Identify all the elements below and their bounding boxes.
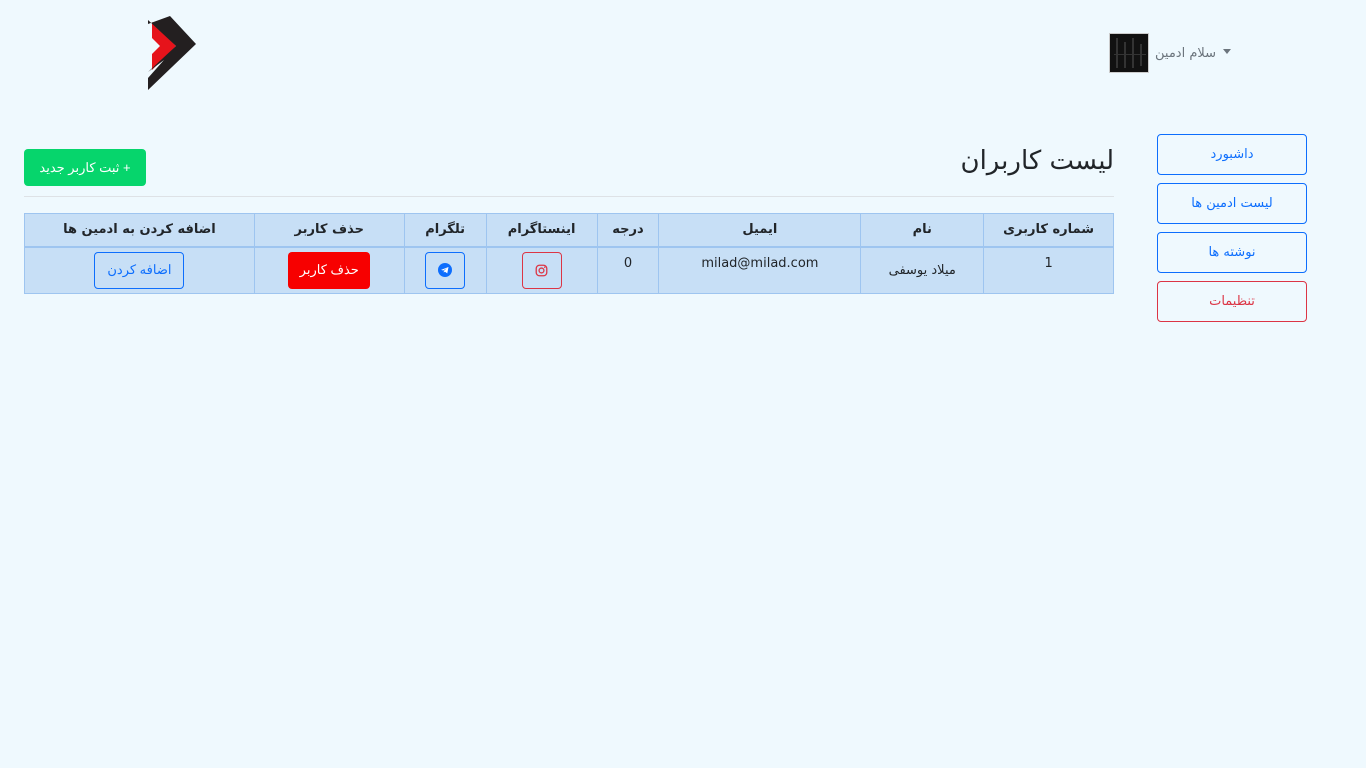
user-menu[interactable]: سلام ادمین [1109,32,1232,74]
sidebar-item-posts[interactable]: نوشته ها [1157,232,1307,273]
cell-instagram [485,246,598,294]
divider [24,196,1114,197]
add-user-button[interactable]: + ثبت کاربر جدید [24,149,146,186]
sidebar-item-admin-list[interactable]: لیست ادمین ها [1157,183,1307,224]
cell-email: milad@milad.com [658,246,862,294]
column-header-rank: درجه [596,213,660,248]
cell-delete: حذف کاربر [253,246,405,294]
chevron-down-icon [1223,49,1232,54]
cell-telegram [403,246,487,294]
cell-user-id: 1 [983,246,1114,294]
column-header-delete: حذف کاربر [253,213,405,248]
column-header-email: ایمیل [658,213,862,248]
cell-rank: 0 [596,246,660,294]
delete-user-button[interactable]: حذف کاربر [288,251,371,289]
column-header-instagram: اینستاگرام [485,213,598,248]
users-table: شماره کاربری نام ایمیل درجه اینستاگرام ت… [24,213,1114,294]
cell-add-admin: اضافه کردن [24,246,255,294]
add-to-admins-button[interactable]: اضافه کردن [94,251,185,289]
instagram-icon [535,264,548,277]
avatar [1109,33,1149,73]
sidebar-item-settings[interactable]: تنظیمات [1157,281,1307,322]
users-table-container: شماره کاربری نام ایمیل درجه اینستاگرام ت… [24,213,1114,294]
table-row: 1 میلاد یوسفی milad@milad.com 0 حذف کارب… [24,246,1114,294]
user-greeting: سلام ادمین [1155,45,1217,61]
cell-name: میلاد یوسفی [860,246,985,294]
column-header-user-id: شماره کاربری [983,213,1114,248]
telegram-icon [438,263,453,278]
instagram-button[interactable] [521,251,562,289]
column-header-telegram: تلگرام [403,213,487,248]
page-title: لیست کاربران [960,146,1114,176]
column-header-name: نام [860,213,985,248]
sidebar-item-dashboard[interactable]: داشبورد [1157,134,1307,175]
column-header-add-admin: اضافه کردن به ادمین ها [24,213,255,248]
sidebar: داشبورد لیست ادمین ها نوشته ها تنظیمات [1157,134,1307,330]
logo [148,16,196,90]
telegram-button[interactable] [425,251,466,289]
table-header-row: شماره کاربری نام ایمیل درجه اینستاگرام ت… [24,213,1114,248]
